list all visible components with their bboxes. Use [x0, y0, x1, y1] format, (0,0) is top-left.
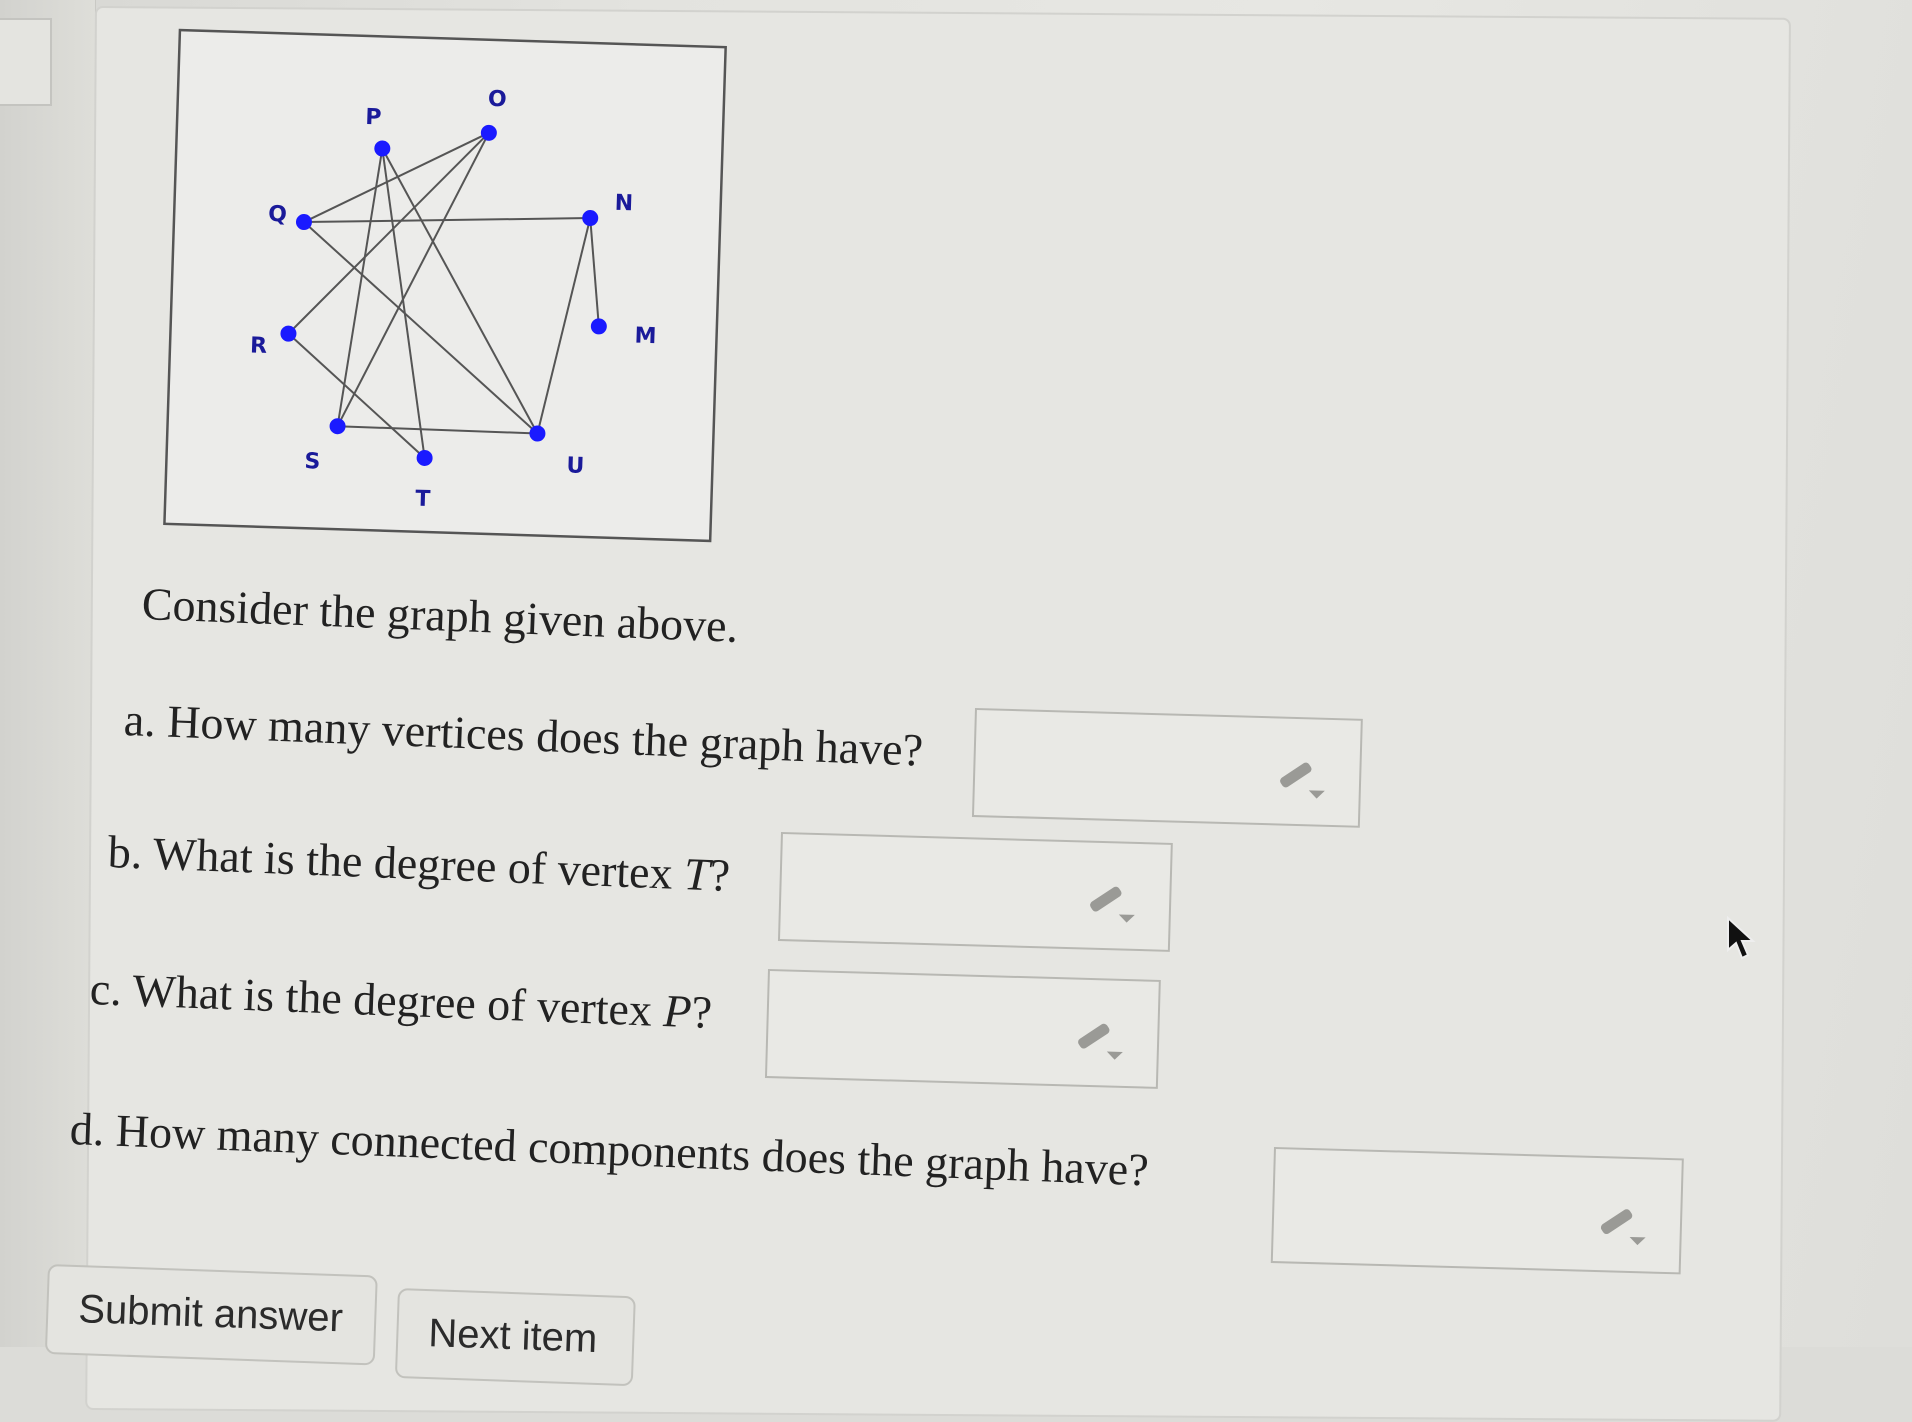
answer-input-a[interactable] — [971, 708, 1363, 828]
sidebar-box — [0, 18, 52, 106]
question-d-prefix: d. — [69, 1103, 106, 1156]
vertex-label-u: U — [566, 453, 585, 479]
vertex-label-n: N — [614, 191, 633, 217]
question-b-suffix: ? — [708, 849, 732, 901]
pencil-dropdown-icon[interactable] — [1275, 757, 1332, 799]
vertex-label-o: O — [488, 87, 507, 113]
pencil-dropdown-icon[interactable] — [1073, 1019, 1130, 1061]
question-a-prefix: a. — [123, 694, 157, 747]
pencil-dropdown-icon[interactable] — [1595, 1204, 1652, 1246]
vertex-label-s: S — [304, 449, 321, 474]
vertex-label-r: R — [250, 333, 268, 359]
answer-input-d[interactable] — [1270, 1147, 1684, 1275]
question-c-variable: P — [662, 985, 693, 1038]
question-b-prefix: b. — [107, 826, 144, 879]
page: P O N M Q R S T U Consider the graph giv… — [0, 0, 1912, 1422]
vertex-label-p: P — [365, 105, 382, 130]
graph-figure: P O N M Q R S T U — [162, 28, 729, 545]
pencil-dropdown-icon[interactable] — [1085, 882, 1142, 924]
vertex-label-m: M — [634, 323, 657, 349]
answer-input-c[interactable] — [764, 969, 1161, 1089]
submit-answer-button[interactable]: Submit answer — [44, 1264, 378, 1366]
graph-frame — [163, 28, 727, 543]
question-c-prefix: c. — [89, 963, 123, 1016]
answer-input-b[interactable] — [777, 832, 1173, 952]
question-b-variable: T — [683, 848, 711, 901]
vertex-label-q: Q — [268, 202, 287, 228]
mouse-pointer-icon — [1727, 916, 1756, 960]
next-item-button[interactable]: Next item — [394, 1288, 636, 1387]
vertex-label-t: T — [415, 487, 431, 512]
question-c-suffix: ? — [690, 986, 713, 1038]
graph-svg: P O N M Q R S T U — [163, 28, 727, 543]
